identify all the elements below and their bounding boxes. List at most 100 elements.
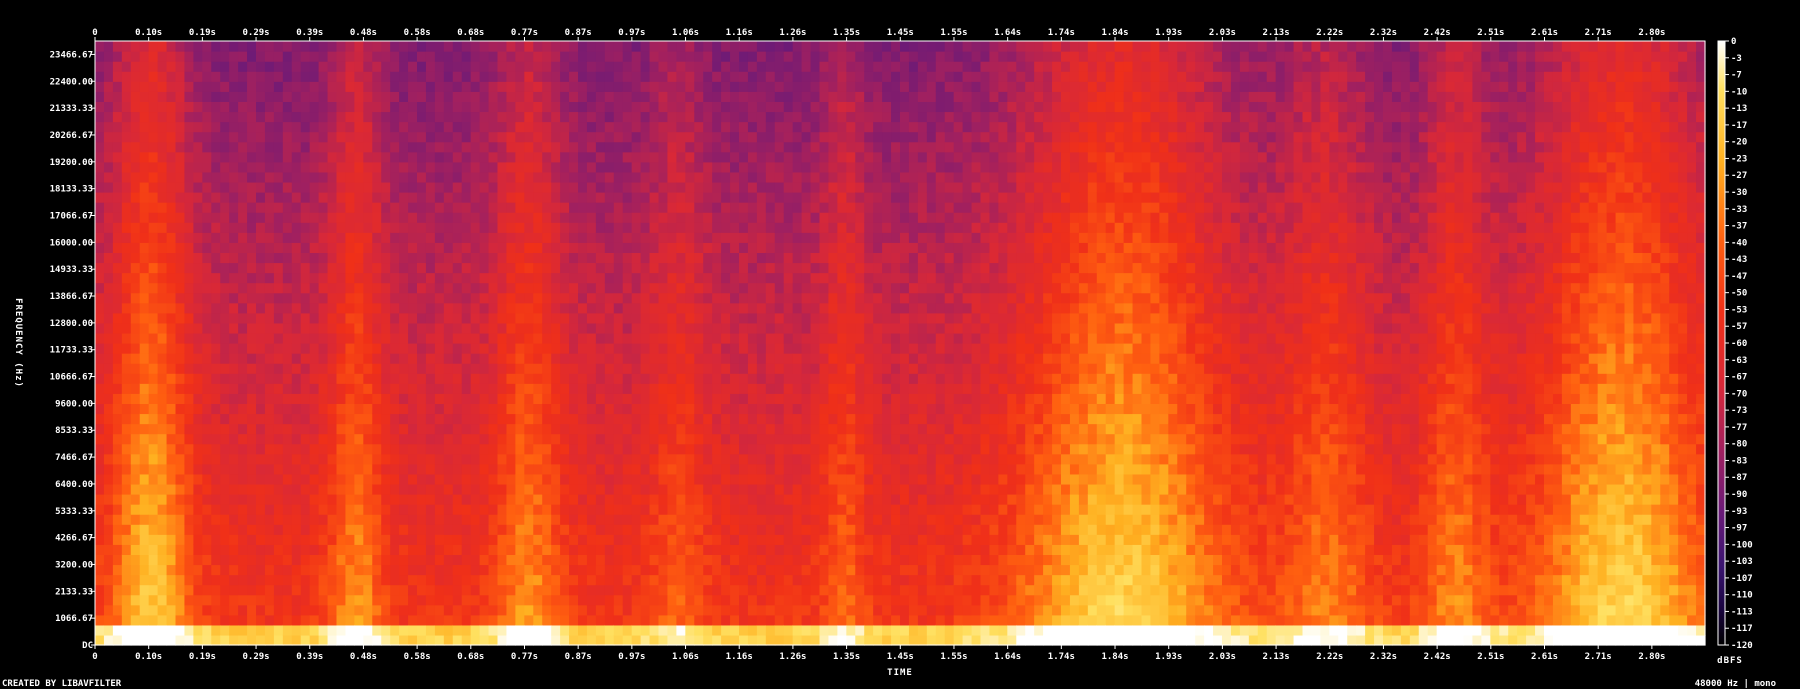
spectrogram-cell [747, 483, 758, 495]
spectrogram-cell [756, 171, 767, 183]
spectrogram-cell [103, 534, 114, 545]
spectrogram-cell [148, 574, 159, 586]
spectrogram-cell [488, 423, 499, 435]
spectrogram-cell [264, 272, 275, 284]
spectrogram-cell [130, 242, 141, 253]
spectrogram-cell [747, 504, 758, 515]
spectrogram-cell [345, 514, 355, 525]
spectrogram-cell [95, 494, 105, 505]
spectrogram-cell [739, 634, 749, 646]
spectrogram-cell [193, 423, 203, 435]
spectrogram-cell [408, 463, 418, 475]
spectrogram-cell [363, 504, 373, 515]
spectrogram-cell [273, 534, 284, 545]
spectrogram-cell [425, 161, 436, 173]
spectrogram-cell [417, 594, 427, 606]
spectrogram-cell [676, 343, 686, 354]
spectrogram-cell [783, 393, 794, 404]
spectrogram-cell [112, 584, 123, 596]
spectrogram-cell [774, 161, 785, 173]
spectrogram-cell [828, 584, 838, 596]
spectrogram-cell [515, 262, 525, 274]
spectrogram-cell [461, 121, 472, 133]
spectrogram-cell [542, 473, 552, 485]
spectrogram-cell [739, 363, 749, 374]
spectrogram-cell [569, 403, 579, 415]
spectrogram-cell [488, 141, 499, 153]
spectrogram-cell [461, 332, 472, 344]
spectrogram-cell [765, 363, 776, 374]
spectrogram-cell [560, 473, 570, 485]
spectrogram-cell [497, 332, 508, 344]
spectrogram-cell [730, 272, 740, 284]
spectrogram-cell [515, 584, 525, 596]
spectrogram-cell [694, 41, 704, 52]
spectrogram-cell [443, 252, 454, 264]
spectrogram-cell [685, 252, 695, 264]
spectrogram-cell [229, 514, 239, 525]
spectrogram-cell [667, 292, 677, 304]
spectrogram-cell [175, 212, 186, 223]
spectrogram-cell [157, 262, 168, 274]
spectrogram-cell [184, 141, 194, 153]
spectrogram-cell [103, 453, 114, 465]
spectrogram-cell [828, 524, 838, 535]
spectrogram-cell [264, 574, 275, 586]
spectrogram-cell [640, 302, 651, 314]
spectrogram-cell [551, 363, 561, 374]
spectrogram-cell [282, 343, 293, 354]
spectrogram-cell [220, 473, 230, 485]
spectrogram-cell [578, 634, 588, 646]
spectrogram-cell [810, 554, 821, 566]
spectrogram-cell [175, 494, 186, 505]
spectrogram-cell [425, 252, 436, 264]
spectrogram-cell [774, 272, 785, 284]
spectrogram-cell [819, 61, 830, 72]
spectrogram-cell [479, 373, 490, 384]
spectrogram-cell [452, 212, 463, 223]
spectrogram-cell [95, 222, 105, 233]
spectrogram-cell [372, 504, 382, 515]
spectrogram-cell [810, 61, 821, 72]
spectrogram-cell [703, 594, 713, 606]
spectrogram-cell [658, 373, 669, 384]
spectrogram-cell [318, 282, 329, 294]
spectrogram-cell [452, 272, 463, 284]
spectrogram-cell [264, 604, 275, 616]
spectrogram-cell [497, 473, 508, 485]
spectrogram-cell [211, 81, 221, 92]
spectrogram-cell [578, 101, 588, 113]
spectrogram-cell [166, 171, 177, 183]
spectrogram-cell [819, 564, 830, 576]
spectrogram-cell [300, 71, 311, 82]
spectrogram-cell [130, 151, 141, 163]
spectrogram-cell [363, 574, 373, 586]
spectrogram-cell [408, 353, 418, 364]
spectrogram-cell [103, 433, 114, 445]
spectrogram-cell [309, 614, 320, 626]
spectrogram-cell [309, 433, 320, 445]
spectrogram-cell [739, 292, 749, 304]
spectrogram-cell [336, 151, 347, 163]
spectrogram-cell [810, 41, 821, 52]
spectrogram-cell [103, 413, 114, 425]
spectrogram-cell [121, 222, 132, 233]
spectrogram-cell [247, 202, 257, 213]
spectrogram-cell [694, 202, 704, 213]
spectrogram-cell [434, 504, 445, 515]
spectrogram-cell [443, 463, 454, 475]
spectrogram-cell [443, 161, 454, 173]
spectrogram-cell [193, 604, 203, 616]
spectrogram-cell [425, 363, 436, 374]
spectrogram-cell [595, 373, 606, 384]
spectrogram-cell [810, 242, 821, 253]
spectrogram-cell [461, 594, 472, 606]
spectrogram-cell [721, 574, 731, 586]
spectrogram-cell [631, 181, 642, 193]
spectrogram-cell [694, 473, 704, 485]
spectrogram-cell [193, 363, 203, 374]
spectrogram-cell [595, 161, 606, 173]
spectrogram-cell [381, 624, 391, 636]
spectrogram-cell [417, 302, 427, 314]
spectrogram-cell [247, 584, 257, 596]
